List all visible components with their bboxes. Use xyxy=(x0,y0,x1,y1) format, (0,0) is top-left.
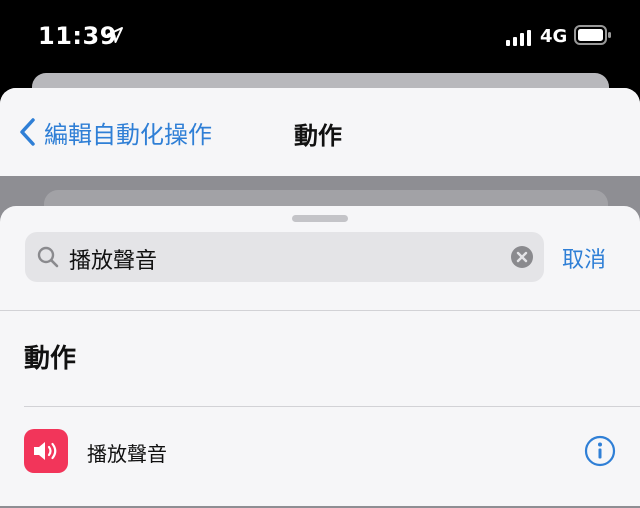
signal-bars-icon xyxy=(506,30,531,46)
location-arrow-icon xyxy=(107,27,123,43)
action-item-label: 播放聲音 xyxy=(87,442,167,466)
search-field[interactable]: 播放聲音 xyxy=(25,232,544,282)
nav-bar: 編輯自動化操作 動作 xyxy=(0,88,640,176)
section-header: 動作 xyxy=(24,344,77,374)
sheet-grabber[interactable] xyxy=(292,215,348,222)
search-input[interactable]: 播放聲音 xyxy=(69,243,157,275)
nav-title: 動作 xyxy=(294,122,342,150)
search-icon xyxy=(37,246,59,268)
info-icon[interactable] xyxy=(584,435,616,467)
action-item-play-sound[interactable]: 播放聲音 xyxy=(0,407,640,499)
back-button-label: 編輯自動化操作 xyxy=(44,120,212,149)
network-type: 4G xyxy=(540,26,568,47)
divider xyxy=(0,310,640,311)
chevron-left-icon xyxy=(20,118,35,146)
battery-icon xyxy=(574,25,611,45)
speaker-icon xyxy=(24,429,68,473)
back-button[interactable]: 編輯自動化操作 xyxy=(18,114,212,150)
cancel-button[interactable]: 取消 xyxy=(562,242,606,274)
clear-icon[interactable] xyxy=(510,245,534,269)
action-search-sheet: 播放聲音 取消 動作 播放聲音 xyxy=(0,206,640,506)
status-bar: 11:39 4G xyxy=(0,0,640,72)
